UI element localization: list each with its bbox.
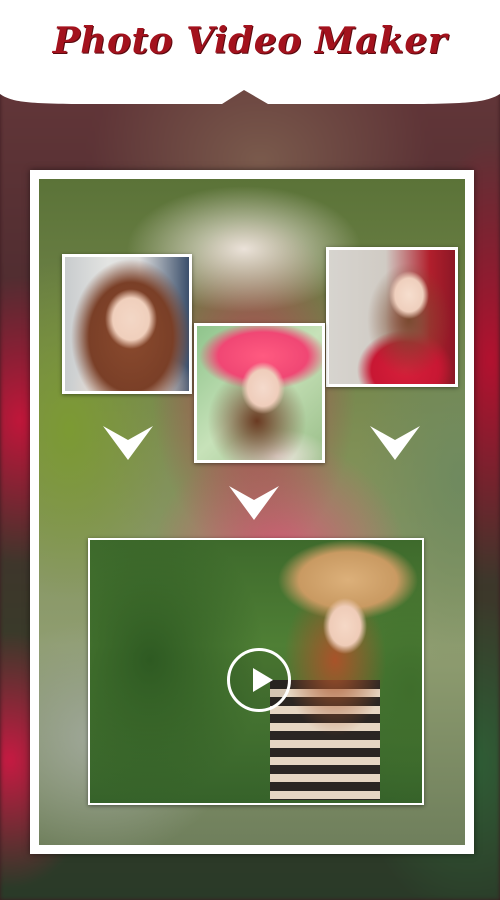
header: Photo Video Maker xyxy=(0,0,500,104)
play-button[interactable] xyxy=(227,648,291,712)
app-title: Photo Video Maker xyxy=(52,20,448,62)
play-icon xyxy=(253,668,273,692)
photo-thumbnail-2[interactable] xyxy=(194,323,325,463)
chevron-down-icon xyxy=(103,426,153,460)
photo-thumbnail-1[interactable] xyxy=(62,254,192,394)
photo-thumbnail-3[interactable] xyxy=(326,247,458,387)
chevron-down-icon xyxy=(370,426,420,460)
chevron-down-icon xyxy=(229,486,279,520)
